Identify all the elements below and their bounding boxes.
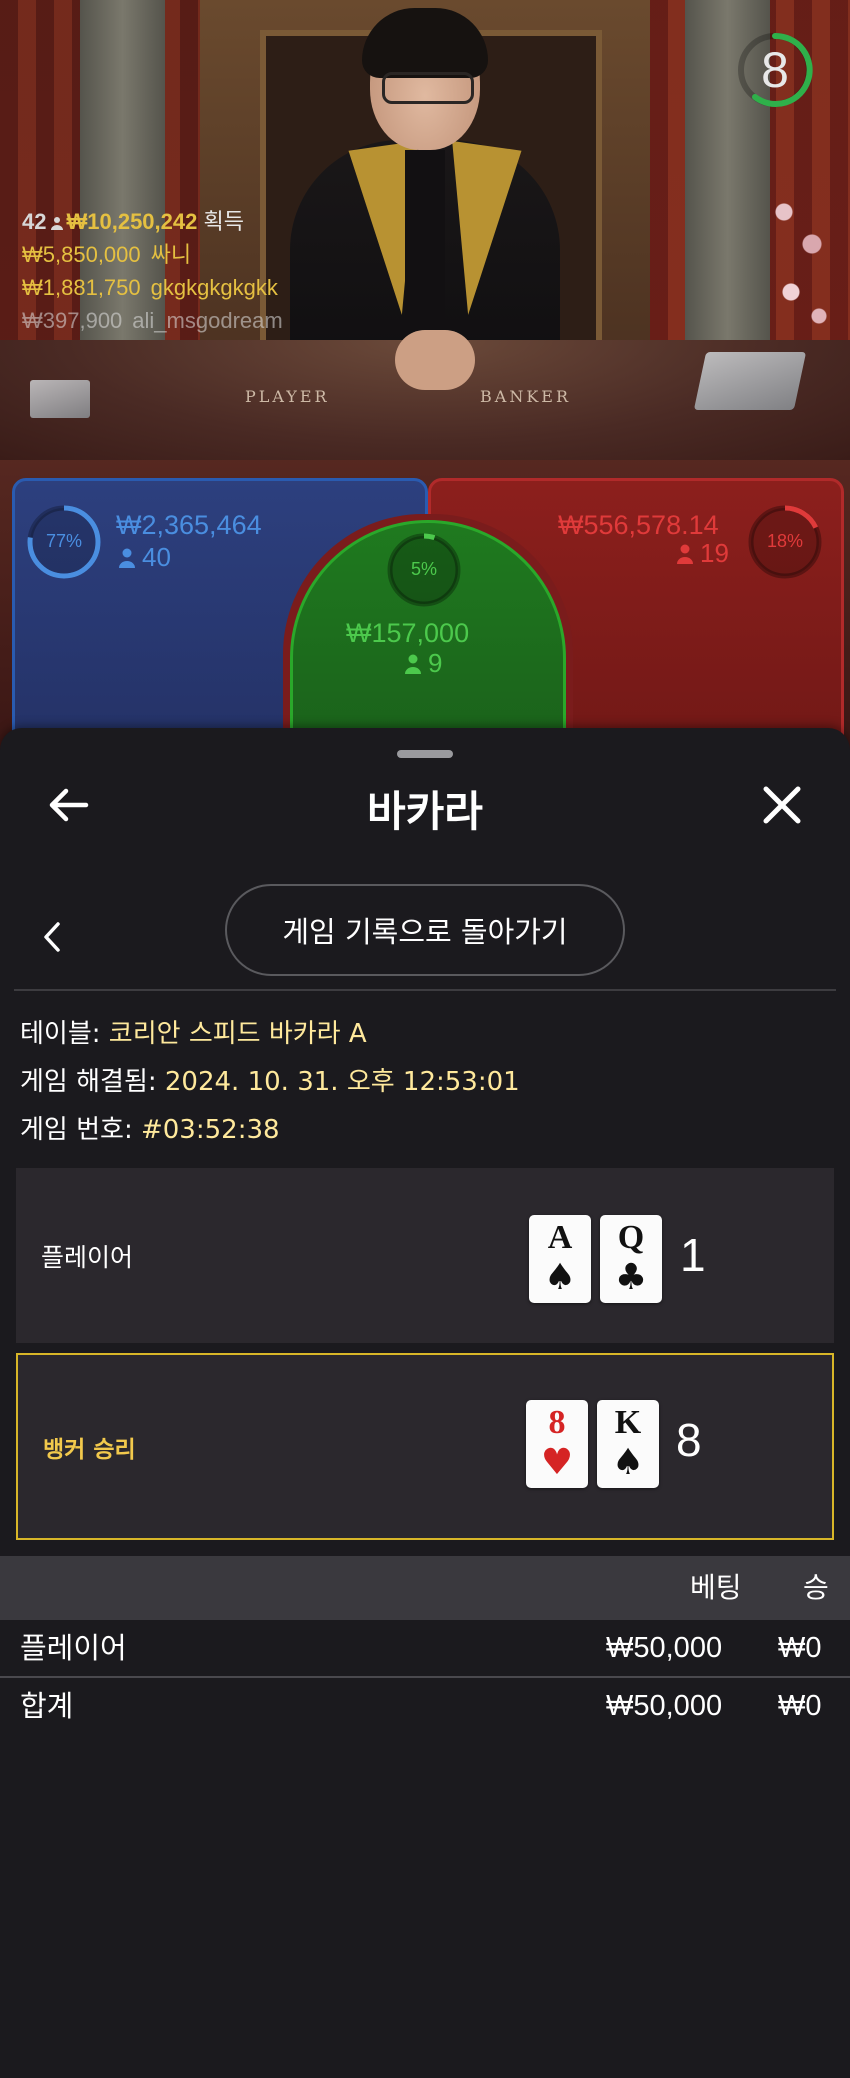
- card-rank: 8: [548, 1404, 566, 1441]
- live-video: PLAYER BANKER 8 42 ₩10,250,242 획득 ₩5,850,…: [0, 0, 850, 760]
- sheet-title: 바카라: [367, 787, 483, 836]
- game-history-sheet: 바카라 게임 기록으로 돌아가기 테이블: 코리안 스피드 바카라 A 게임 해…: [0, 728, 850, 2078]
- tie-bettors-count: 9: [428, 648, 443, 678]
- column-bet: 베팅: [690, 1571, 742, 1604]
- table-total-row: 합계 ₩50,000 ₩0: [0, 1678, 850, 1734]
- banker-result-label: 뱅커 승리: [43, 1436, 136, 1463]
- winner-row: ₩5,850,000 싸니: [22, 238, 283, 271]
- person-icon: [677, 544, 693, 564]
- countdown-timer: 8: [761, 42, 789, 98]
- divider: [14, 989, 836, 991]
- banker-stake: ₩556,578.14: [558, 510, 719, 540]
- club-icon: ♣: [614, 1257, 648, 1298]
- bet-amount: ₩50,000: [606, 1632, 723, 1664]
- person-icon: [119, 548, 135, 568]
- winners-count: 42: [22, 209, 47, 234]
- winner-name: 싸니: [150, 242, 192, 267]
- banker-bettors: 19: [676, 538, 729, 569]
- player-percent: 77%: [45, 531, 83, 551]
- playing-card: Q ♣: [600, 1215, 662, 1303]
- person-icon: [405, 654, 421, 674]
- game-number-value: #03:52:38: [140, 1115, 280, 1145]
- table-value: 코리안 스피드 바카라 A: [108, 1019, 367, 1049]
- dealer-hands: [395, 330, 475, 390]
- table-row: 플레이어 ₩50,000 ₩0: [0, 1620, 850, 1676]
- player-stake: ₩2,365,464: [116, 510, 262, 540]
- column-win: 승: [803, 1571, 829, 1604]
- game-number-line: 게임 번호: #03:52:38: [20, 1106, 520, 1154]
- winner-amount: ₩1,881,750: [22, 275, 141, 300]
- banker-percent: 18%: [766, 531, 804, 551]
- table-player-label: PLAYER: [245, 387, 330, 406]
- card-shoe: [693, 352, 807, 410]
- banker-score: 8: [676, 1414, 702, 1466]
- resolved-label: 게임 해결됨:: [20, 1067, 157, 1097]
- banker-bettors-count: 19: [700, 538, 729, 568]
- playing-card: A ♠: [529, 1215, 591, 1303]
- dealer-glasses: [382, 72, 474, 104]
- winner-amount: ₩397,900: [22, 308, 123, 333]
- total-bet: ₩50,000: [606, 1690, 723, 1722]
- spade-icon: ♠: [543, 1257, 577, 1298]
- back-to-history-button[interactable]: 게임 기록으로 돌아가기: [225, 884, 625, 976]
- winner-name: ali_msgodream: [132, 308, 283, 333]
- game-info: 테이블: 코리안 스피드 바카라 A 게임 해결됨: 2024. 10. 31.…: [20, 1010, 520, 1154]
- spade-icon: ♠: [611, 1442, 645, 1483]
- winners-total-label: 획득: [203, 209, 244, 234]
- table-banker-label: BANKER: [480, 387, 571, 406]
- player-result-row: 플레이어 A ♠ Q ♣ 1: [16, 1168, 834, 1343]
- win-amount: ₩0: [778, 1632, 822, 1664]
- winners-summary: 42 ₩10,250,242 획득: [22, 205, 283, 238]
- tie-stake: ₩157,000: [346, 618, 470, 648]
- sheet-drag-handle[interactable]: [397, 750, 453, 758]
- bets-table-header: 베팅 승: [0, 1556, 850, 1620]
- resolved-value: 2024. 10. 31. 오후 12:53:01: [164, 1067, 520, 1097]
- winner-name: gkgkgkgkgkk: [150, 275, 278, 300]
- total-win: ₩0: [778, 1690, 822, 1722]
- total-label: 합계: [20, 1689, 74, 1723]
- close-icon[interactable]: [760, 783, 804, 827]
- winner-row: ₩1,881,750 gkgkgkgkgkk: [22, 271, 283, 304]
- blossom-decoration: [770, 180, 840, 340]
- heart-icon: ♥: [540, 1442, 574, 1483]
- winner-amount: ₩5,850,000: [22, 242, 141, 267]
- tie-bettors: 9: [404, 648, 442, 679]
- chevron-left-icon[interactable]: [40, 920, 64, 954]
- table-label: 테이블:: [20, 1019, 101, 1049]
- playing-card: K ♠: [597, 1400, 659, 1488]
- card-rank: A: [547, 1219, 573, 1256]
- player-result-label: 플레이어: [41, 1242, 134, 1272]
- bet-type: 플레이어: [20, 1631, 127, 1665]
- card-rank: Q: [617, 1219, 645, 1256]
- tie-percent: 5%: [410, 559, 437, 579]
- winners-list: 42 ₩10,250,242 획득 ₩5,850,000 싸니 ₩1,881,750…: [22, 205, 283, 337]
- player-score: 1: [680, 1229, 706, 1281]
- player-bettors: 40: [118, 542, 171, 573]
- table-info-line: 테이블: 코리안 스피드 바카라 A: [20, 1010, 520, 1058]
- discard-tray: [30, 380, 90, 418]
- banker-result-row: 뱅커 승리 8 ♥ K ♠ 8: [16, 1353, 834, 1540]
- winners-total: ₩10,250,242: [66, 209, 198, 234]
- user-icon: [51, 217, 64, 231]
- resolved-info-line: 게임 해결됨: 2024. 10. 31. 오후 12:53:01: [20, 1058, 520, 1106]
- player-bettors-count: 40: [142, 542, 171, 572]
- card-rank: K: [614, 1404, 642, 1441]
- winner-row: ₩397,900 ali_msgodream: [22, 304, 283, 337]
- dealer-shirt: [405, 150, 445, 320]
- playing-card: 8 ♥: [526, 1400, 588, 1488]
- game-number-label: 게임 번호:: [20, 1115, 133, 1145]
